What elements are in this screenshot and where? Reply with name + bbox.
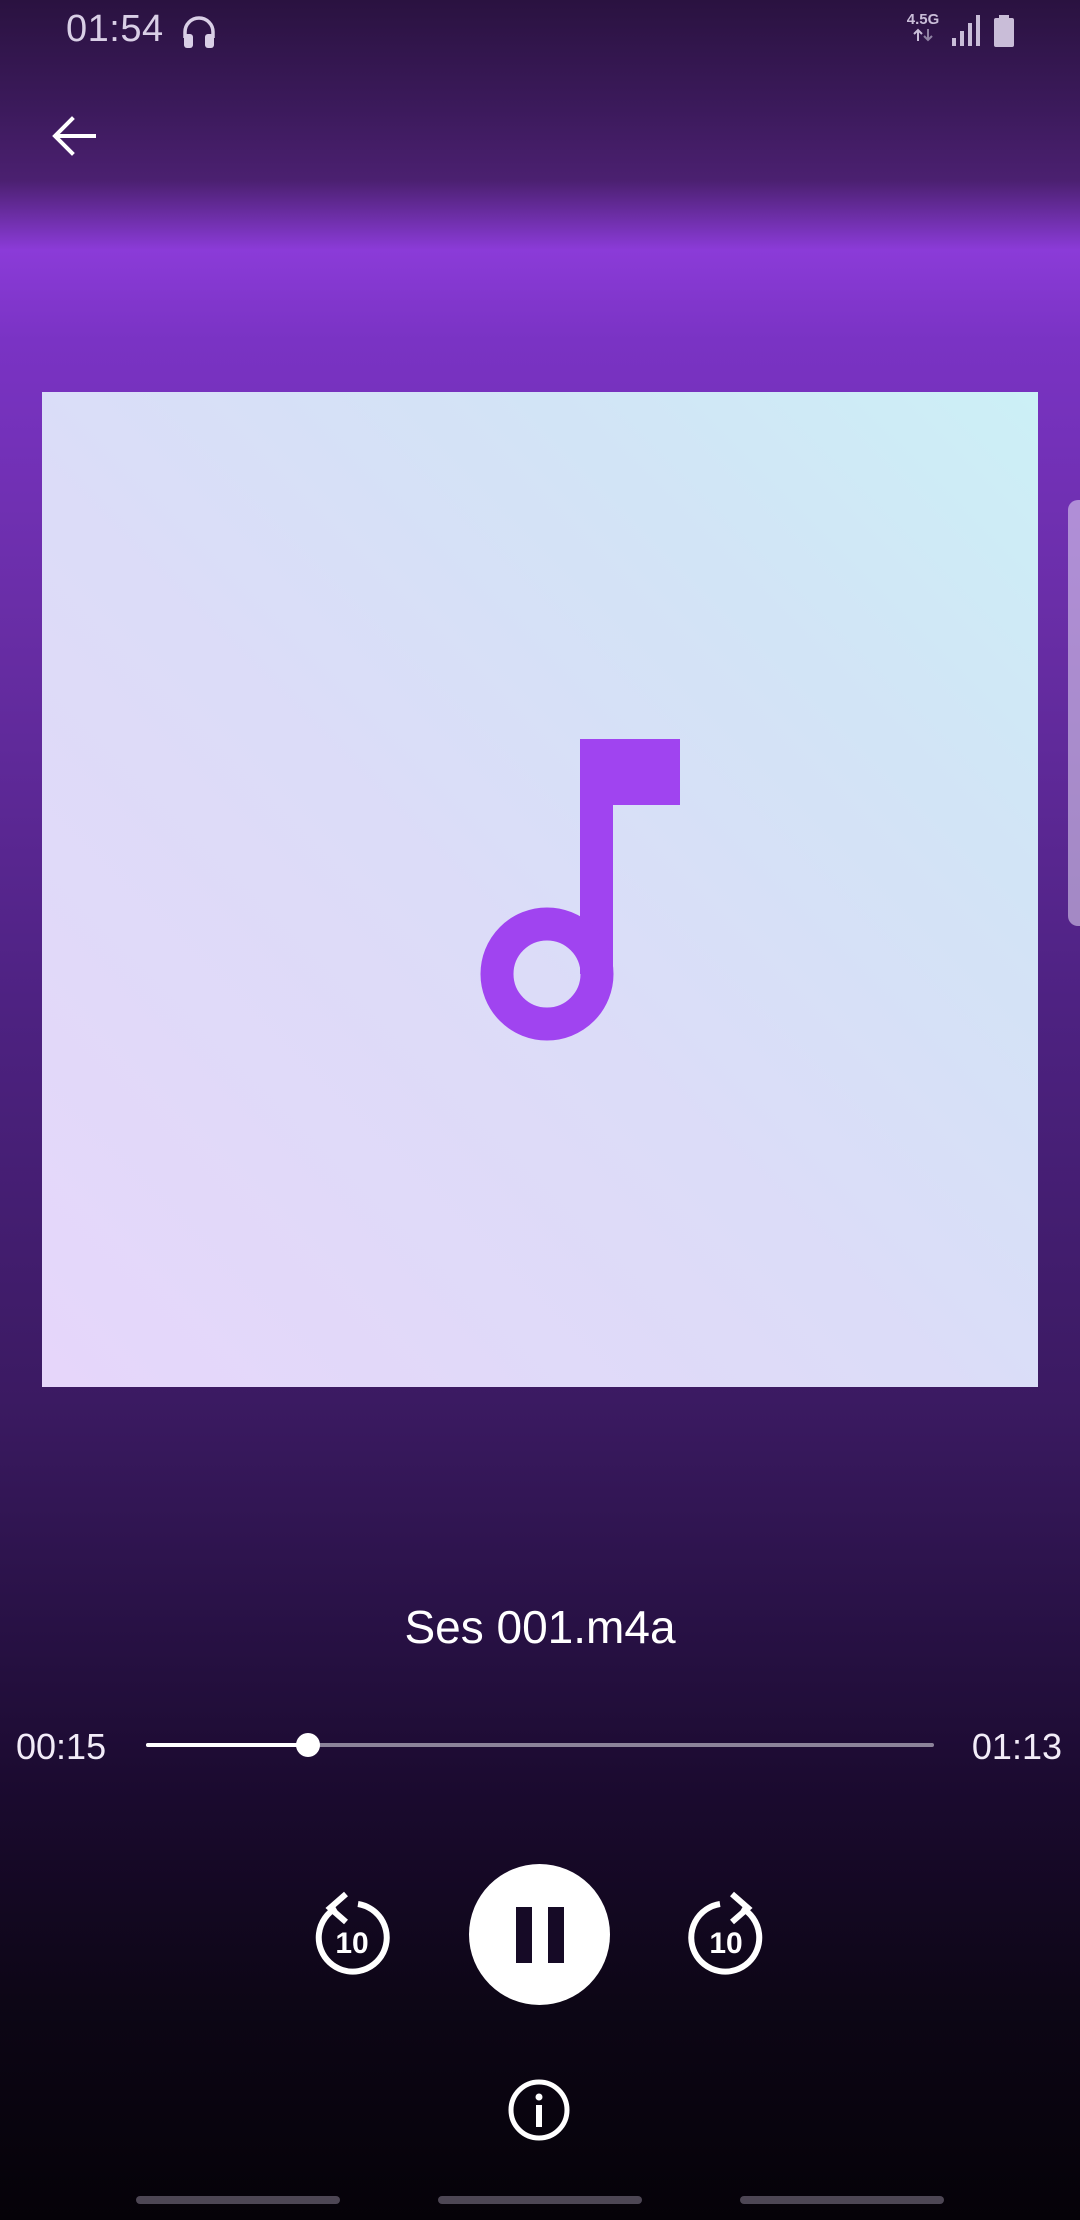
seek-thumb[interactable] [295,1733,320,1757]
nav-home-hint[interactable] [438,2196,642,2204]
edge-panel-handle[interactable] [1068,500,1080,926]
arrow-left-icon [52,116,96,156]
album-art [42,392,1038,1387]
info-icon [508,2079,570,2141]
track-title: Ses 001.m4a [404,1601,676,1653]
data-arrows-icon [913,28,933,42]
status-time: 01:54 [66,8,164,50]
music-note-icon [480,739,680,1041]
player-screen: 01:54 4.5G Ses 001.m4a 00:15 01:13 10 10 [0,0,1080,2220]
nav-back-hint[interactable] [740,2196,944,2204]
status-bar: 01:54 4.5G [0,0,1080,64]
seek-bar[interactable] [146,1730,934,1760]
back-button[interactable] [38,100,110,172]
replay-10-icon: 10 [315,1891,390,1975]
pause-icon-bar [547,1906,564,1963]
rewind-seconds-label: 10 [335,1927,368,1960]
pause-icon [515,1906,532,1963]
rewind-10-button[interactable]: 10 [300,1886,400,1986]
forward-seconds-label: 10 [709,1927,742,1960]
seek-progress [146,1743,308,1747]
battery-icon [994,15,1014,47]
elapsed-time: 00:15 [16,1726,107,1767]
nav-recents-hint[interactable] [136,2196,340,2204]
pause-button[interactable] [469,1864,610,2005]
info-button[interactable] [506,2077,572,2143]
forward-10-icon: 10 [688,1891,763,1975]
headphones-icon [183,16,215,48]
network-type-icon: 4.5G [904,12,942,52]
signal-icon [952,15,980,46]
total-duration: 01:13 [971,1726,1062,1767]
forward-10-button[interactable]: 10 [678,1886,778,1986]
network-type-label: 4.5G [906,11,940,28]
